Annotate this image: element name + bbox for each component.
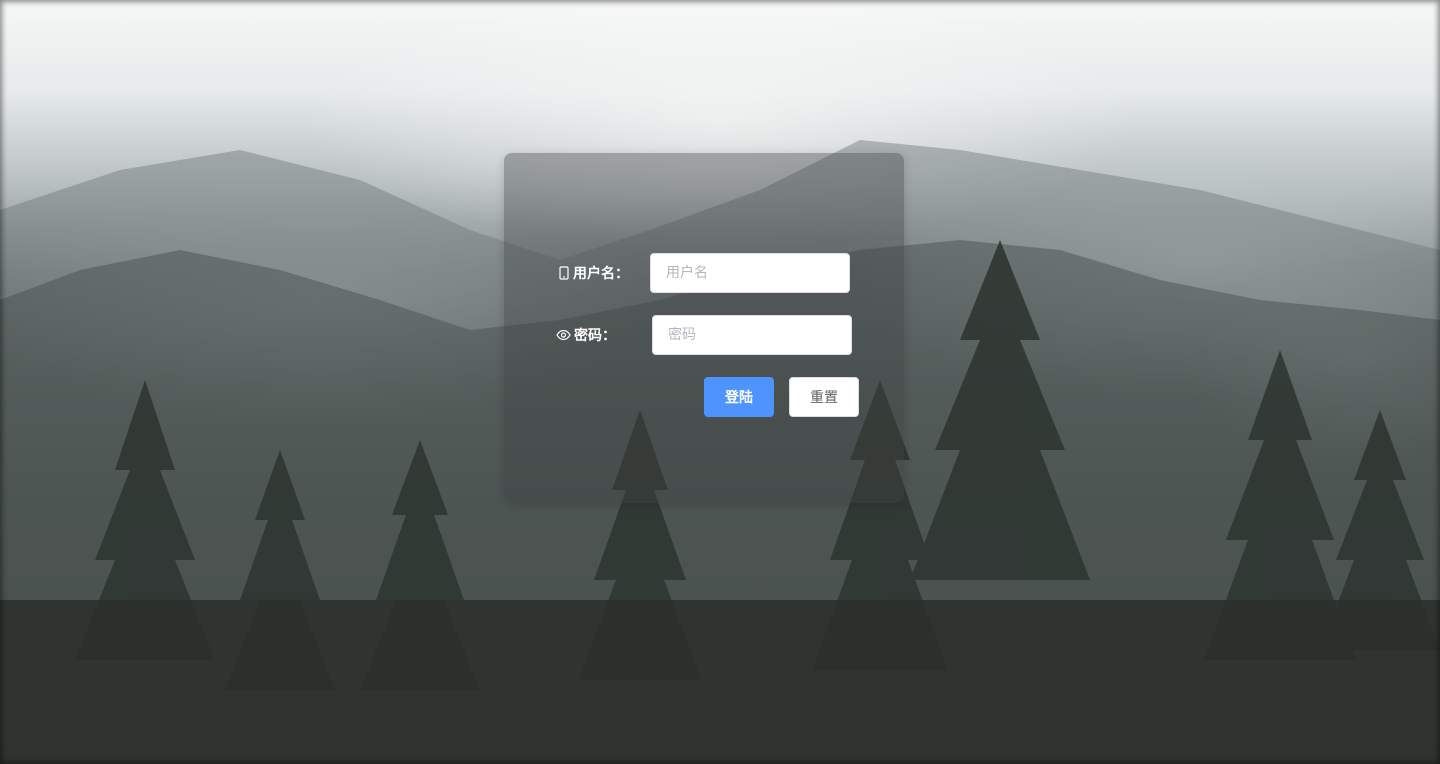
password-label-text: 密码： [574, 328, 616, 344]
password-input[interactable] [652, 315, 852, 355]
login-card: 用户名： 密码： 登陆 重置 [504, 153, 904, 503]
mobile-phone-icon [558, 266, 570, 280]
password-row: 密码： [556, 315, 852, 355]
username-row: 用户名： [558, 253, 850, 293]
username-label-text: 用户名： [573, 266, 629, 282]
reset-button[interactable]: 重置 [789, 377, 859, 417]
password-label: 密码： [556, 325, 652, 345]
login-button[interactable]: 登陆 [704, 377, 774, 417]
eye-icon [556, 329, 571, 341]
login-page: 用户名： 密码： 登陆 重置 [0, 0, 1440, 764]
username-input[interactable] [650, 253, 850, 293]
username-label: 用户名： [558, 263, 650, 283]
